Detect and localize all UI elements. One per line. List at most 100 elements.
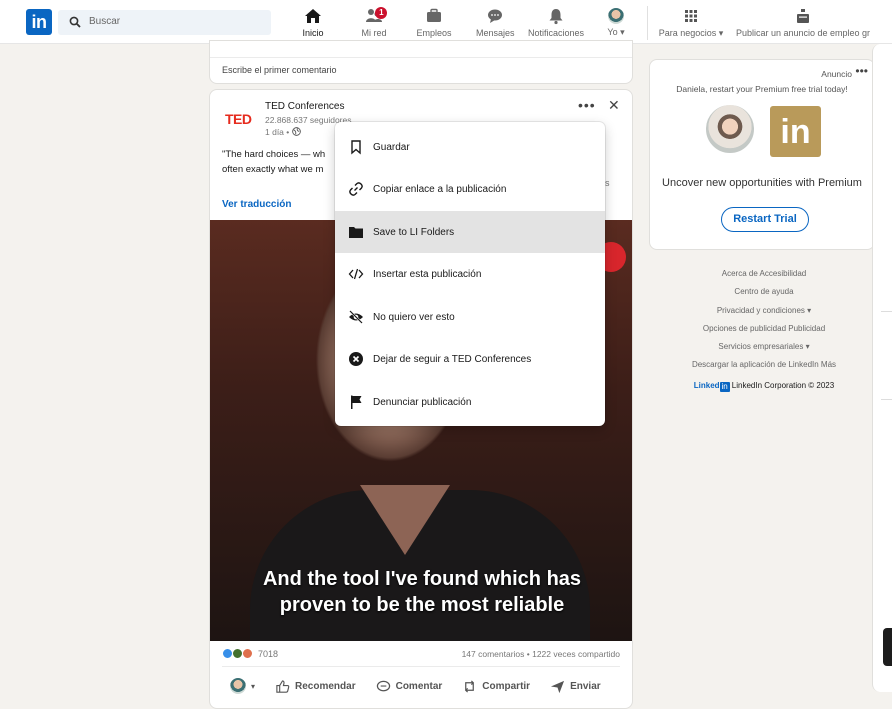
nav-home[interactable]: Inicio	[298, 4, 328, 44]
eye-off-icon	[349, 310, 363, 324]
repost-icon	[465, 679, 475, 693]
profile-avatar	[608, 8, 624, 24]
footer-link-row[interactable]: Servicios empresariales ▾	[658, 338, 870, 356]
home-icon	[305, 9, 321, 23]
send-button[interactable]: Enviar	[550, 678, 601, 694]
menu-item-label: Insertar esta publicación	[373, 268, 482, 280]
bell-icon	[549, 9, 563, 25]
share-button[interactable]: Compartir	[462, 678, 530, 694]
ted-logo[interactable]: TED	[225, 111, 252, 127]
post-actions: ▾ Recomendar Comentar Compartir Enviar	[230, 678, 621, 694]
recommend-button[interactable]: Recomendar	[275, 678, 356, 694]
link-icon	[349, 182, 363, 196]
reactions-summary[interactable]: 7018	[222, 648, 278, 659]
comment-icon	[376, 680, 390, 691]
reaction-avatar-selector[interactable]: ▾	[230, 678, 255, 694]
nav-me[interactable]: Yo ▾	[602, 4, 630, 44]
briefcase-icon	[427, 8, 441, 22]
footer-link-row[interactable]: Acerca de Accesibilidad	[658, 265, 870, 283]
restart-trial-button[interactable]: Restart Trial	[721, 207, 809, 232]
send-icon	[551, 680, 565, 693]
post-time-text: 1 día •	[265, 127, 290, 137]
footer: Acerca de Accesibilidad Centro de ayuda …	[658, 265, 870, 395]
chevron-down-icon: ▾	[251, 681, 256, 691]
translate-link[interactable]: Ver traducción	[222, 199, 291, 210]
notification-badge: 1	[375, 7, 388, 19]
video-caption: And the tool I've found which has proven…	[210, 566, 632, 618]
share-label: Compartir	[482, 680, 531, 692]
search-input[interactable]: Buscar	[58, 10, 271, 35]
love-reaction-icon	[242, 648, 253, 659]
divider	[210, 57, 632, 58]
messaging-panel-edge[interactable]	[872, 44, 892, 692]
thumbs-up-icon	[276, 679, 290, 693]
menu-item-save-folders[interactable]: Save to LI Folders	[335, 211, 605, 253]
nav-notifications-label: Notificaciones	[527, 28, 585, 38]
nav-post-job[interactable]: Publicar un anuncio de empleo gr	[734, 4, 872, 44]
nav-messages[interactable]: Mensajes	[476, 4, 515, 44]
nav-jobs-label: Empleos	[416, 28, 452, 38]
send-label: Enviar	[570, 680, 601, 692]
nav-notifications[interactable]: Notificaciones	[526, 4, 586, 44]
post-author[interactable]: TED Conferences	[265, 101, 344, 112]
copyright: LinkedIn Corporation © 2023	[731, 380, 835, 390]
comment-label: Comentar	[395, 680, 443, 692]
menu-item-report[interactable]: Denunciar publicación	[335, 381, 605, 423]
video-caption-line2: proven to be the most reliable	[279, 594, 565, 616]
menu-item-label: No quiero ver esto	[373, 311, 455, 323]
actor-avatar	[230, 678, 246, 694]
footer-link-row[interactable]: Descargar la aplicación de LinkedIn Más	[658, 356, 870, 374]
linkedin-wordmark: Linked	[693, 380, 720, 390]
nav-divider	[647, 6, 648, 40]
menu-item-label: Dejar de seguir a TED Conferences	[373, 353, 532, 365]
video-caption-line1: And the tool I've found which has	[262, 568, 582, 590]
first-comment-prompt[interactable]: Escribe el primer comentario	[222, 65, 337, 75]
nav-home-label: Inicio	[302, 28, 324, 38]
close-icon[interactable]: ✕	[608, 97, 620, 114]
nav-business-label: Para negocios ▾	[658, 28, 724, 38]
comment-button[interactable]: Comentar	[376, 678, 443, 694]
nav-messages-label: Mensajes	[476, 28, 515, 38]
folder-icon	[349, 227, 363, 238]
menu-item-save[interactable]: Guardar	[335, 126, 605, 168]
footer-brand: Linked in LinkedIn Corporation © 2023	[658, 377, 870, 395]
post-options-menu: Guardar Copiar enlace a la publicación S…	[335, 122, 605, 426]
nav-jobs[interactable]: Empleos	[416, 4, 452, 44]
footer-link-row[interactable]: Privacidad y condiciones ▾	[658, 302, 870, 320]
nav-business[interactable]: Para negocios ▾	[656, 4, 726, 44]
footer-link-row[interactable]: Opciones de publicidad Publicidad	[658, 320, 870, 338]
menu-item-unfollow[interactable]: Dejar de seguir a TED Conferences	[335, 338, 605, 380]
menu-item-label: Save to LI Folders	[373, 226, 455, 238]
post-stats[interactable]: 147 comentarios • 1222 veces compartido	[462, 649, 620, 659]
ad-tagline: Daniela, restart your Premium free trial…	[676, 84, 848, 94]
menu-item-label: Denunciar publicación	[373, 396, 472, 408]
menu-item-copy-link[interactable]: Copiar enlace a la publicación	[335, 168, 605, 210]
ad-label: Anuncio	[821, 69, 852, 79]
search-icon	[69, 16, 81, 28]
menu-item-label: Copiar enlace a la publicación	[373, 183, 507, 195]
flag-icon	[351, 395, 362, 409]
menu-item-embed[interactable]: Insertar esta publicación	[335, 253, 605, 295]
message-icon	[488, 9, 502, 23]
post-time: 1 día •	[265, 127, 301, 137]
linkedin-wordmark-in: in	[719, 381, 730, 392]
top-nav: in Buscar Inicio 1 Mi red Empleos Mensaj…	[0, 0, 892, 44]
close-circle-icon	[349, 352, 363, 366]
more-options-icon[interactable]: •••	[578, 97, 596, 113]
nav-post-job-label: Publicar un anuncio de empleo gr	[735, 28, 871, 38]
nav-network-label: Mi red	[361, 28, 387, 38]
panel-toggle[interactable]	[883, 628, 892, 666]
footer-link-row[interactable]: Centro de ayuda	[658, 283, 870, 301]
nav-network[interactable]: 1 Mi red	[357, 4, 391, 44]
menu-item-label: Guardar	[373, 141, 410, 153]
code-icon	[348, 268, 364, 280]
menu-item-hide[interactable]: No quiero ver esto	[335, 296, 605, 338]
divider	[881, 399, 892, 400]
divider	[881, 311, 892, 312]
ad-more-icon[interactable]: •••	[855, 64, 868, 78]
recommend-label: Recomendar	[295, 680, 356, 692]
divider	[222, 666, 620, 667]
premium-ad-card: Anuncio ••• Daniela, restart your Premiu…	[649, 59, 875, 250]
linkedin-premium-logo-icon: in	[770, 106, 821, 157]
linkedin-logo-icon[interactable]: in	[26, 9, 52, 35]
